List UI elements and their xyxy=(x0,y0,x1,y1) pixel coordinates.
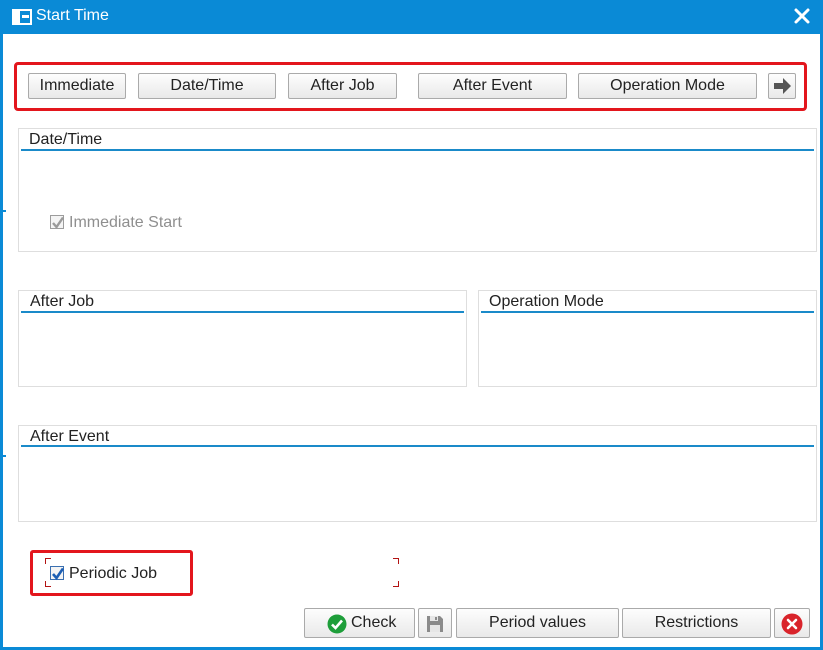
restrictions-button[interactable]: Restrictions xyxy=(622,608,771,638)
frame-edge-mark xyxy=(0,210,6,212)
operation-mode-button[interactable]: Operation Mode xyxy=(578,73,757,99)
close-x-icon xyxy=(794,8,810,24)
focus-bracket xyxy=(393,581,399,587)
group-separator xyxy=(481,311,814,313)
date-time-button[interactable]: Date/Time xyxy=(138,73,276,99)
arrow-right-icon xyxy=(774,78,791,94)
close-window-button[interactable] xyxy=(790,4,814,28)
immediate-start-checkbox[interactable] xyxy=(50,215,64,229)
focus-bracket xyxy=(45,558,51,564)
cancel-button[interactable] xyxy=(774,608,810,638)
check-button-label: Check xyxy=(351,614,397,631)
checkmark-icon xyxy=(52,567,65,581)
immediate-button[interactable]: Immediate xyxy=(28,73,126,99)
frame-edge-mark xyxy=(0,455,6,457)
save-button[interactable] xyxy=(418,608,452,638)
window-title: Start Time xyxy=(36,7,109,24)
check-button[interactable]: Check xyxy=(304,608,415,638)
red-cancel-icon xyxy=(781,613,803,635)
focus-bracket xyxy=(45,581,51,587)
start-time-window-icon xyxy=(12,9,32,25)
group-separator xyxy=(21,311,464,313)
more-options-button[interactable] xyxy=(768,73,796,99)
checkmark-icon xyxy=(52,216,64,229)
after-event-group-title: After Event xyxy=(30,428,110,445)
after-event-group xyxy=(18,425,817,522)
floppy-disk-icon xyxy=(425,614,445,634)
window-title-bar: Start Time xyxy=(0,0,823,34)
immediate-start-label: Immediate Start xyxy=(69,214,182,231)
group-separator xyxy=(21,149,814,151)
period-values-button[interactable]: Period values xyxy=(456,608,619,638)
operation-mode-group-title: Operation Mode xyxy=(489,293,604,310)
periodic-job-label: Periodic Job xyxy=(69,565,158,582)
date-time-group-title: Date/Time xyxy=(29,131,103,148)
green-checkmark-icon xyxy=(327,614,347,634)
periodic-job-checkbox[interactable] xyxy=(50,566,65,581)
after-job-button[interactable]: After Job xyxy=(288,73,397,99)
group-separator xyxy=(21,445,814,447)
focus-bracket xyxy=(393,558,399,564)
after-event-button[interactable]: After Event xyxy=(418,73,567,99)
after-job-group-title: After Job xyxy=(30,293,95,310)
date-time-group xyxy=(18,128,817,252)
